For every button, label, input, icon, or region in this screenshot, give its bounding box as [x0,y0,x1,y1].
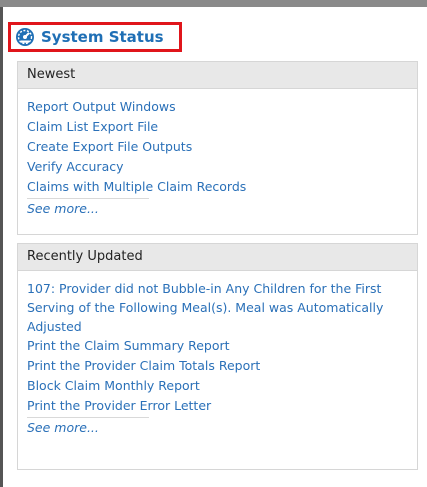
newest-item-verify-accuracy[interactable]: Verify Accuracy [27,157,408,177]
updated-see-more-link[interactable]: See more... [27,417,149,438]
left-rule [0,7,3,487]
updated-item-block-claim-monthly[interactable]: Block Claim Monthly Report [27,376,408,396]
system-status-header[interactable]: System Status [8,22,182,52]
newest-list: Report Output Windows Claim List Export … [18,89,417,225]
newest-see-more-link[interactable]: See more... [27,198,149,219]
newest-item-report-output-windows[interactable]: Report Output Windows [27,97,408,117]
newest-item-create-export-file-outputs[interactable]: Create Export File Outputs [27,137,408,157]
top-bar [0,0,427,7]
updated-item-107-provider-bubble-in[interactable]: 107: Provider did not Bubble-in Any Chil… [27,279,408,336]
page-title[interactable]: System Status [41,28,164,46]
newest-heading: Newest [18,62,417,89]
newest-item-claims-multiple-records[interactable]: Claims with Multiple Claim Records [27,177,408,197]
newest-item-claim-list-export-file[interactable]: Claim List Export File [27,117,408,137]
newest-panel: Newest Report Output Windows Claim List … [17,61,418,235]
recently-updated-panel: Recently Updated 107: Provider did not B… [17,243,418,470]
updated-item-provider-error-letter[interactable]: Print the Provider Error Letter [27,396,408,416]
dashboard-gauge-icon [15,27,35,47]
updated-item-provider-claim-totals[interactable]: Print the Provider Claim Totals Report [27,356,408,376]
recently-updated-list: 107: Provider did not Bubble-in Any Chil… [18,271,417,444]
recently-updated-heading: Recently Updated [18,244,417,271]
updated-item-claim-summary-report[interactable]: Print the Claim Summary Report [27,336,408,356]
